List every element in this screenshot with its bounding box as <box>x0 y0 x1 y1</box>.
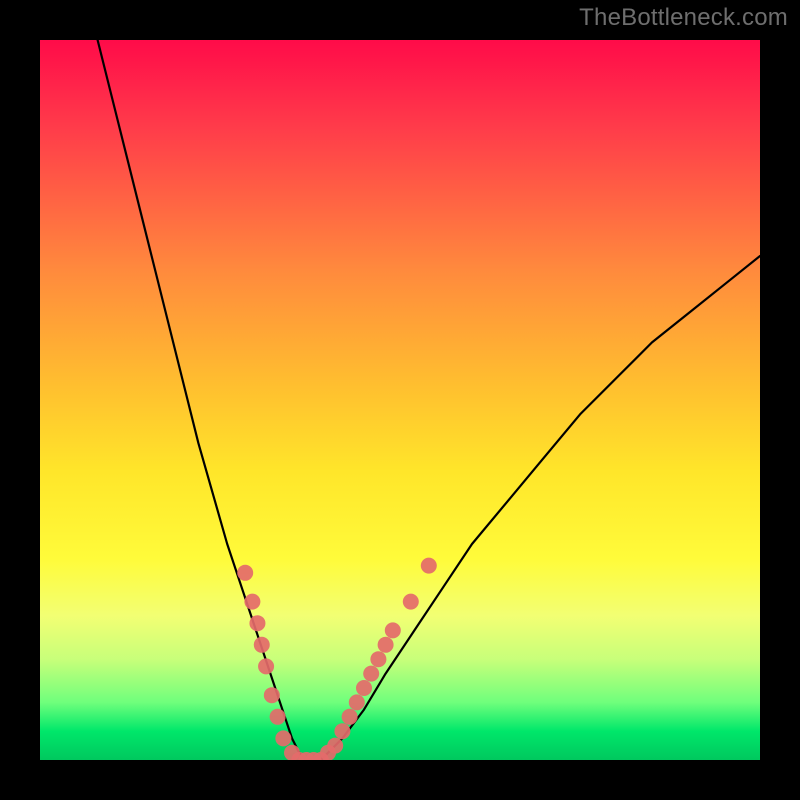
chart-frame: TheBottleneck.com <box>0 0 800 800</box>
data-point <box>254 637 270 653</box>
plot-area <box>40 40 760 760</box>
data-point <box>349 694 365 710</box>
data-point <box>237 565 253 581</box>
data-point <box>342 709 358 725</box>
data-point <box>370 651 386 667</box>
points-group <box>237 558 437 760</box>
data-point <box>403 594 419 610</box>
data-point <box>385 622 401 638</box>
curve-group <box>98 40 760 760</box>
data-point <box>378 637 394 653</box>
data-point <box>334 723 350 739</box>
data-point <box>363 666 379 682</box>
data-point <box>421 558 437 574</box>
data-point <box>270 709 286 725</box>
data-point <box>327 738 343 754</box>
watermark-text: TheBottleneck.com <box>579 4 788 32</box>
data-point <box>356 680 372 696</box>
data-point <box>258 658 274 674</box>
data-point <box>264 687 280 703</box>
data-point <box>249 615 265 631</box>
data-point <box>244 594 260 610</box>
bottleneck-curve <box>98 40 760 760</box>
chart-overlay <box>40 40 760 760</box>
data-point <box>275 730 291 746</box>
